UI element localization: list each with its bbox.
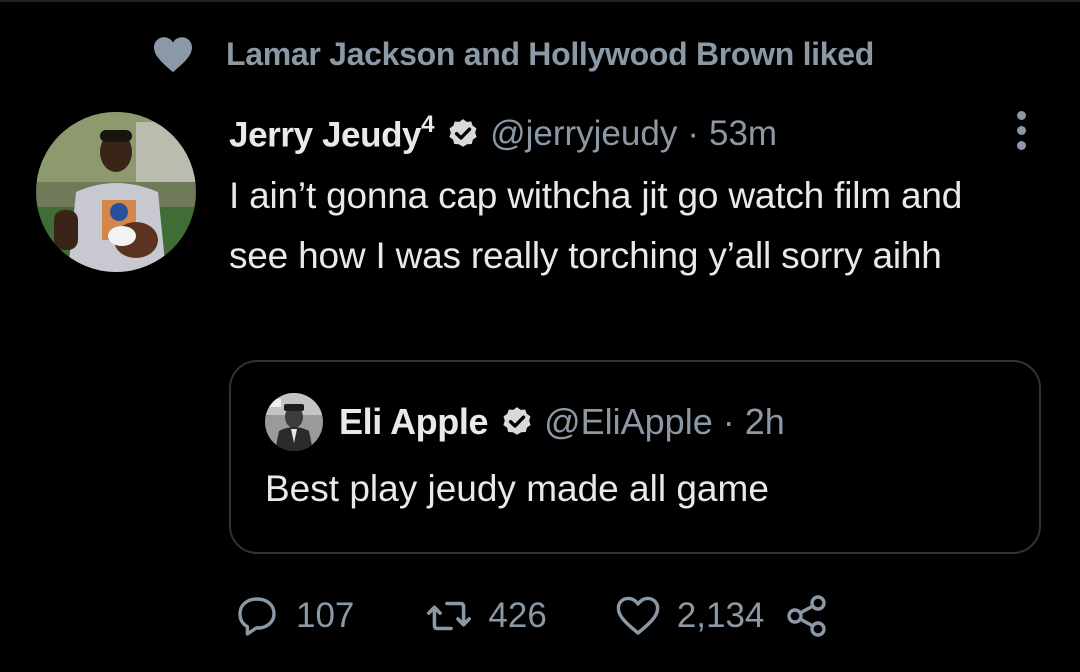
quote-header: Eli Apple @EliApple · 2h — [265, 392, 785, 452]
reply-count: 107 — [296, 596, 355, 635]
like-icon — [613, 591, 663, 641]
more-options-icon[interactable] — [1004, 108, 1038, 152]
like-count: 2,134 — [676, 596, 765, 635]
tweet-header: Jerry Jeudy4 @jerryjeudy · 53m — [229, 108, 777, 160]
heart-icon — [150, 31, 196, 77]
quote-author-avatar — [265, 393, 323, 451]
tweet-timestamp[interactable]: 53m — [709, 114, 777, 154]
share-button[interactable] — [782, 591, 832, 641]
quote-header-separator: · — [722, 401, 735, 442]
quote-author-handle[interactable]: @EliApple — [544, 401, 713, 443]
verified-badge-icon — [446, 117, 480, 151]
author-handle[interactable]: @jerryjeudy — [490, 114, 677, 154]
retweet-icon — [424, 591, 474, 641]
share-icon — [782, 591, 832, 641]
tweet-text: I ain’t gonna cap withcha jit go watch f… — [229, 175, 963, 276]
like-button[interactable]: 2,134 — [613, 591, 765, 641]
tweet-actions: 107 426 2,134 — [232, 588, 832, 644]
reply-icon — [232, 591, 282, 641]
social-context-text: Lamar Jackson and Hollywood Brown liked — [226, 35, 875, 72]
retweet-count: 426 — [488, 596, 547, 635]
verified-badge-icon — [500, 405, 534, 439]
quote-timestamp[interactable]: 2h — [745, 401, 785, 443]
author-display-name[interactable]: Jerry Jeudy4 — [229, 110, 435, 156]
header-separator: · — [687, 114, 699, 153]
quote-text: Best play jeudy made all game — [265, 468, 769, 509]
reply-button[interactable]: 107 — [232, 591, 354, 641]
social-context[interactable]: Lamar Jackson and Hollywood Brown liked — [150, 32, 874, 76]
quoted-tweet-card[interactable]: Eli Apple @EliApple · 2h Best play jeudy… — [229, 360, 1041, 554]
top-divider — [0, 0, 1080, 2]
name-superscript: 4 — [421, 110, 435, 138]
author-avatar[interactable] — [36, 112, 196, 272]
retweet-button[interactable]: 426 — [424, 591, 547, 641]
quote-author-display-name[interactable]: Eli Apple — [339, 401, 488, 443]
